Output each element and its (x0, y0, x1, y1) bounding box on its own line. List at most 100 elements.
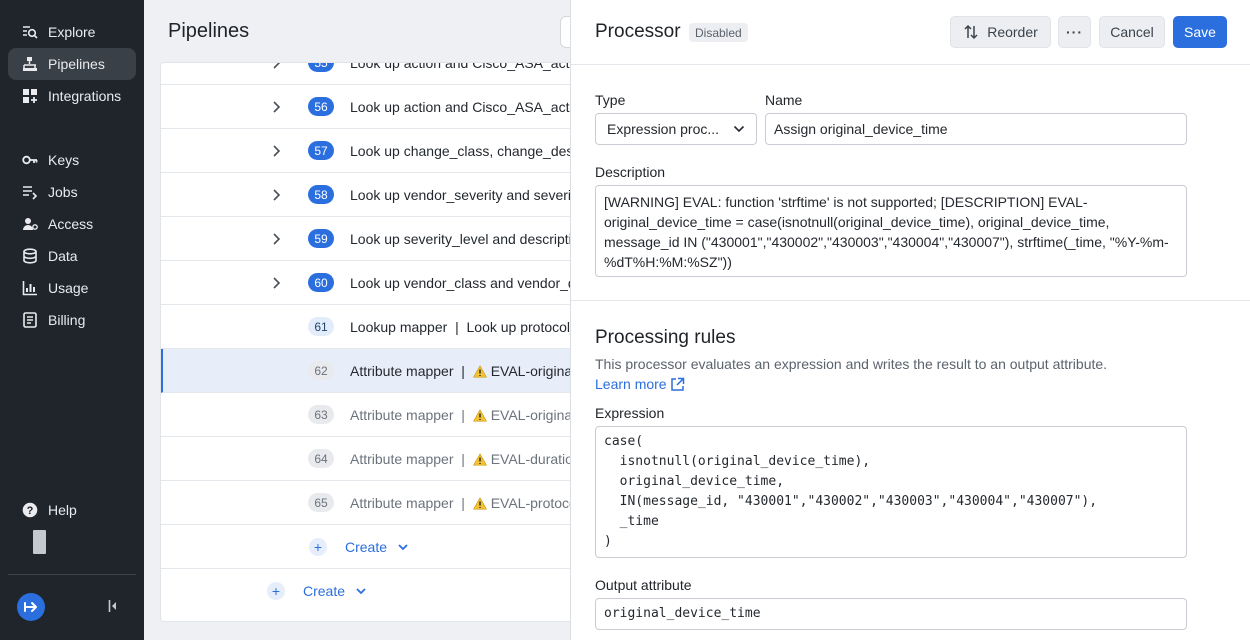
separator: | (461, 494, 465, 511)
processor-type: Attribute mapper (350, 450, 454, 467)
sidebar-item-usage[interactable]: Usage (8, 272, 136, 304)
row-label: Look up vendor_class and vendor_descript… (350, 274, 570, 291)
jobs-icon (23, 186, 38, 200)
chevron-right-icon[interactable] (269, 188, 283, 202)
step-number: 59 (308, 229, 334, 248)
chevron-down-icon (356, 588, 366, 595)
cancel-button[interactable]: Cancel (1099, 16, 1165, 48)
list-item[interactable]: 63 Attribute mapper | EVAL-original_time (161, 393, 570, 437)
processor-panel: Processor Disabled Reorder ··· Cancel Sa… (570, 0, 1250, 640)
create-processor-button[interactable]: + Create (267, 582, 367, 600)
logo-icon[interactable] (17, 593, 45, 621)
chevron-right-icon[interactable] (269, 276, 283, 290)
create-row-outer: + Create (161, 569, 570, 613)
sidebar-item-access[interactable]: Access (8, 208, 136, 240)
sidebar-item-label: Jobs (48, 184, 78, 200)
sidebar-item-label: Explore (48, 24, 96, 40)
warning-icon (472, 364, 487, 377)
sidebar-item-help[interactable]: ? Help (8, 494, 136, 526)
row-label: Look up action and Cisco_ASA_action (350, 62, 570, 71)
row-label: Attribute mapper | EVAL-duration (350, 451, 570, 467)
sidebar-item-label: Access (48, 216, 94, 232)
processor-name: EVAL-original_device_time (490, 362, 570, 379)
sidebar-item-keys[interactable]: Keys (8, 144, 136, 176)
chevron-down-icon (733, 125, 745, 133)
sidebar-item-pipelines[interactable]: Pipelines (8, 48, 136, 80)
learn-more-link[interactable]: Learn more (595, 376, 685, 392)
chevron-right-icon[interactable] (269, 144, 283, 158)
learn-more-label: Learn more (595, 376, 667, 392)
list-item-selected[interactable]: 62 Attribute mapper | EVAL-original_devi… (161, 349, 570, 393)
separator: | (455, 318, 459, 335)
list-item[interactable]: 57 Look up change_class, change_descript… (161, 129, 570, 173)
row-label: Look up change_class, change_description (350, 142, 570, 159)
step-number: 55 (308, 63, 334, 72)
sidebar-item-explore[interactable]: Explore (8, 16, 136, 48)
separator: | (461, 362, 465, 379)
description-field[interactable]: [WARNING] EVAL: function 'strftime' is n… (595, 185, 1187, 277)
create-label: Create (345, 538, 388, 555)
pipelines-main: Pipelines 55 Look up action and Cisco_AS… (144, 0, 570, 640)
processor-name: EVAL-duration (490, 450, 570, 467)
save-button[interactable]: Save (1173, 16, 1227, 48)
list-item[interactable]: 60 Look up vendor_class and vendor_descr… (161, 261, 570, 305)
panel-header: Processor Disabled Reorder ··· Cancel Sa… (571, 0, 1250, 65)
reorder-icon (964, 24, 978, 40)
step-number: 60 (308, 273, 334, 292)
list-item[interactable]: 64 Attribute mapper | EVAL-duration (161, 437, 570, 481)
row-label: Attribute mapper | EVAL-protocol (350, 495, 570, 511)
sidebar-item-label: Billing (48, 312, 86, 328)
processor-type: Attribute mapper (350, 362, 454, 379)
chevron-right-icon[interactable] (269, 232, 283, 246)
plus-icon: + (267, 582, 285, 600)
sidebar-item-label: Usage (48, 280, 89, 296)
type-select[interactable]: Expression proc... (595, 113, 757, 145)
sidebar-item-billing[interactable]: Billing (8, 304, 136, 336)
list-item[interactable]: 59 Look up severity_level and descriptio… (161, 217, 570, 261)
create-processor-button[interactable]: + Create (309, 537, 409, 556)
pipelines-icon (23, 57, 37, 71)
sidebar-divider (8, 574, 136, 575)
step-number: 64 (308, 449, 334, 468)
reorder-button[interactable]: Reorder (950, 16, 1051, 48)
step-number: 62 (308, 361, 334, 380)
processing-rules-description: This processor evaluates an expression a… (595, 356, 1108, 372)
row-label: Lookup mapper | Look up protocol_name (350, 319, 570, 335)
warning-icon (472, 452, 487, 465)
name-field[interactable]: Assign original_device_time (765, 113, 1187, 145)
sidebar-item-data[interactable]: Data (8, 240, 136, 272)
collapse-sidebar-icon[interactable] (106, 598, 120, 614)
step-number: 56 (308, 97, 334, 116)
list-item[interactable]: 55 Look up action and Cisco_ASA_action (161, 62, 570, 85)
warning-icon (472, 408, 487, 421)
sidebar-item-integrations[interactable]: Integrations (8, 80, 136, 112)
status-badge: Disabled (689, 23, 748, 42)
header-action-button[interactable] (560, 16, 570, 48)
svg-text:?: ? (27, 505, 34, 517)
integrations-icon (23, 89, 37, 103)
sidebar-item-label: Pipelines (48, 56, 105, 72)
warning-icon (472, 496, 487, 509)
processing-rules-title: Processing rules (595, 327, 736, 348)
key-icon (22, 155, 38, 165)
avatar[interactable] (33, 530, 46, 554)
sidebar-item-jobs[interactable]: Jobs (8, 176, 136, 208)
chevron-right-icon[interactable] (269, 62, 283, 70)
sidebar: Explore Pipelines Integrations Keys Jobs… (0, 0, 144, 640)
panel-title: Processor (595, 21, 681, 42)
list-item[interactable]: 61 Lookup mapper | Look up protocol_name (161, 305, 570, 349)
list-item[interactable]: 65 Attribute mapper | EVAL-protocol (161, 481, 570, 525)
row-label: Look up severity_level and description (350, 230, 570, 247)
more-options-button[interactable]: ··· (1058, 16, 1091, 48)
list-item[interactable]: 56 Look up action and Cisco_ASA_action (161, 85, 570, 129)
page-title: Pipelines (168, 20, 250, 42)
database-icon (23, 248, 37, 264)
list-item[interactable]: 58 Look up vendor_severity and severity (161, 173, 570, 217)
type-value: Expression proc... (607, 121, 720, 137)
separator: | (461, 450, 465, 467)
separator: | (461, 406, 465, 423)
expression-editor[interactable]: case( isnotnull(original_device_time), o… (595, 426, 1187, 558)
output-attribute-field[interactable]: original_device_time (595, 598, 1187, 630)
chevron-right-icon[interactable] (269, 100, 283, 114)
processor-type: Attribute mapper (350, 494, 454, 511)
